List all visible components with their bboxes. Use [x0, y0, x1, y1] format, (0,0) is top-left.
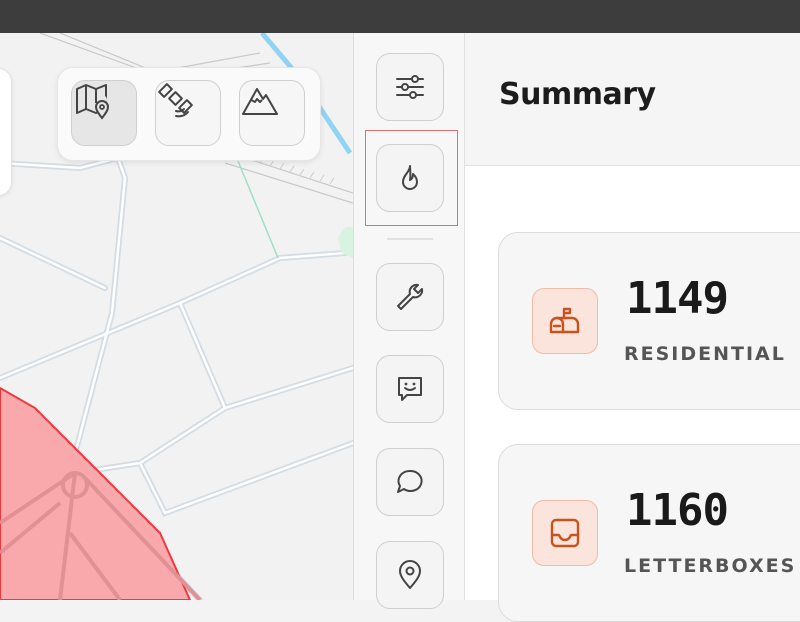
mountain-icon	[242, 88, 278, 115]
tool-sidebar	[353, 33, 465, 609]
satellite-view-button[interactable]	[155, 80, 221, 146]
letterboxes-card[interactable]: 1160 LETTERBOXES	[498, 444, 800, 622]
residential-icon-tile	[532, 288, 598, 354]
letterboxes-icon-tile	[532, 500, 598, 566]
summary-header: Summary	[465, 33, 800, 166]
chat-button[interactable]	[376, 448, 444, 516]
residential-card[interactable]: 1149 RESIDENTIAL	[498, 232, 800, 410]
page-title: Summary	[499, 77, 656, 112]
map-view-button[interactable]	[71, 80, 137, 146]
wrench-icon	[397, 283, 424, 310]
letterboxes-label: LETTERBOXES	[624, 555, 797, 577]
smiley-message-icon	[398, 377, 422, 401]
flame-icon	[402, 165, 418, 190]
letterboxes-count: 1160	[626, 485, 729, 536]
location-button[interactable]	[376, 541, 444, 609]
filters-button[interactable]	[376, 53, 444, 121]
terrain-view-button[interactable]	[239, 80, 305, 146]
map-edge-panel[interactable]	[0, 68, 12, 196]
satellite-icon	[158, 83, 193, 118]
map-canvas[interactable]	[0, 33, 353, 600]
map-pin-icon	[76, 84, 110, 120]
sidebar-divider	[387, 238, 433, 240]
residential-count: 1149	[626, 273, 729, 324]
sliders-icon	[396, 75, 424, 99]
residential-label: RESIDENTIAL	[624, 343, 786, 365]
window-titlebar	[0, 0, 800, 33]
feedback-button[interactable]	[376, 355, 444, 423]
location-pin-icon	[399, 560, 421, 589]
map-layer-toolbar	[57, 67, 321, 161]
summary-panel: Summary 1149 RESIDENTIAL 1160 LETTERBOXE…	[465, 33, 800, 622]
inbox-tray-icon	[550, 518, 580, 548]
tools-button[interactable]	[376, 263, 444, 331]
heatmap-button[interactable]	[376, 144, 444, 212]
mailbox-icon	[549, 307, 580, 334]
chat-bubble-icon	[397, 469, 423, 493]
